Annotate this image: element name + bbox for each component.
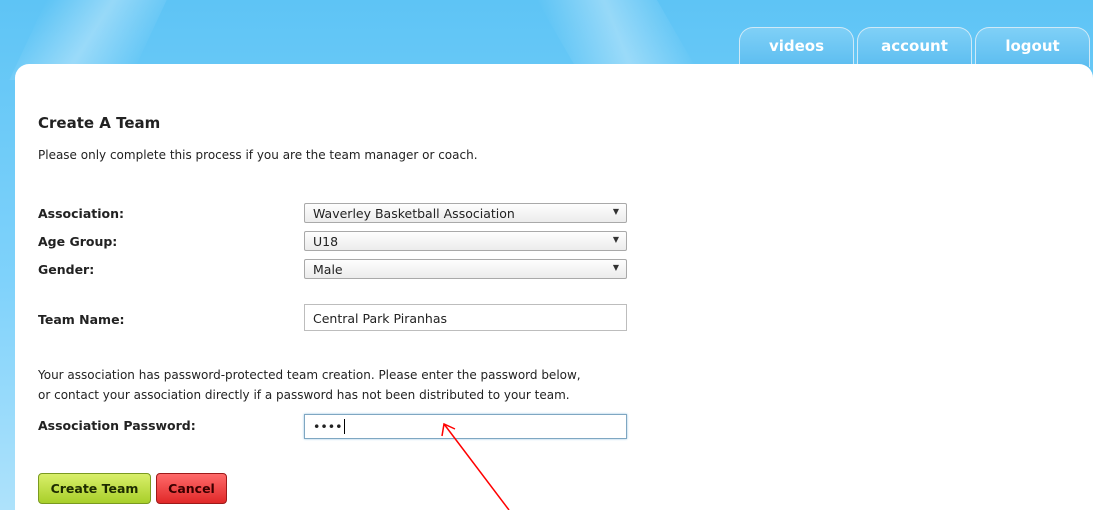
annotation-arrow-shaft	[443, 423, 510, 510]
annotation-arrow	[441, 422, 510, 510]
